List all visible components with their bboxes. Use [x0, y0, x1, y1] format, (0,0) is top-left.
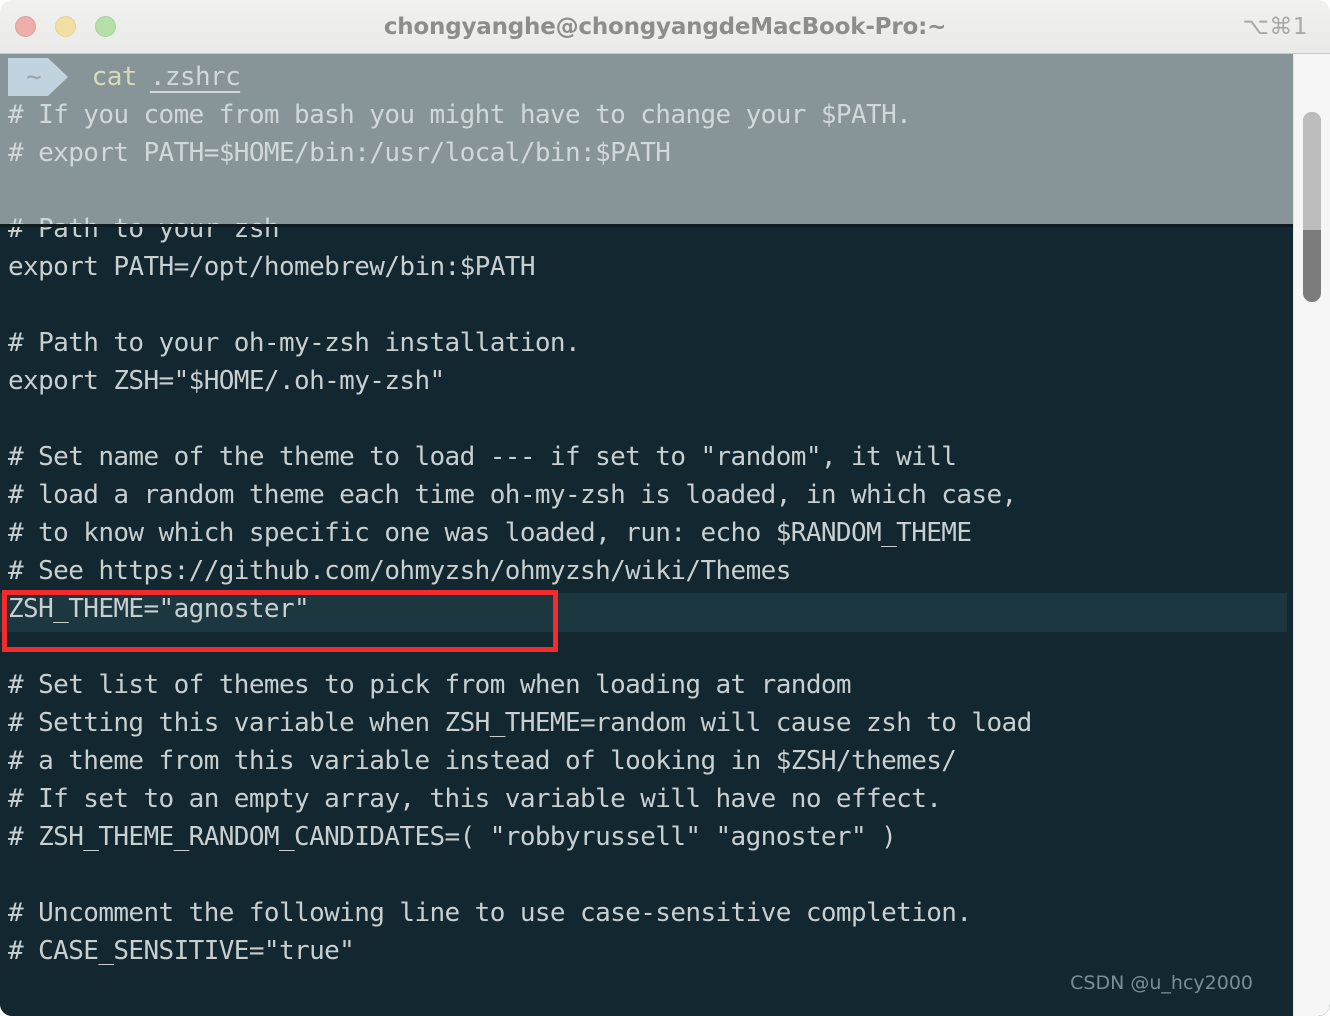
shell-prompt-line: ~ cat .zshrc — [8, 58, 1298, 96]
terminal-line: # CASE_SENSITIVE="true" — [8, 936, 355, 966]
terminal-line: # ZSH_THEME_RANDOM_CANDIDATES=( "robbyru… — [8, 822, 897, 852]
terminal-line: # If you come from bash you might have t… — [8, 100, 912, 130]
terminal-line: # a theme from this variable instead of … — [8, 746, 957, 776]
terminal-line: # See https://github.com/ohmyzsh/ohmyzsh… — [8, 556, 791, 586]
window-title: chongyanghe@chongyangdeMacBook-Pro:~ — [383, 14, 947, 40]
terminal-line: # Setting this variable when ZSH_THEME=r… — [8, 708, 1032, 738]
terminal-line: # export PATH=$HOME/bin:/usr/local/bin:$… — [8, 138, 671, 168]
terminal-line: # If set to an empty array, this variabl… — [8, 784, 942, 814]
terminal-line: # load a random theme each time oh-my-zs… — [8, 480, 1017, 510]
terminal-window: chongyanghe@chongyangdeMacBook-Pro:~ ⌥⌘1… — [0, 0, 1330, 1016]
terminal-line: # to know which specific one was loaded,… — [8, 518, 972, 548]
terminal-line: # Set list of themes to pick from when l… — [8, 670, 852, 700]
terminal-line: # Path to your zsh — [8, 214, 280, 244]
terminal-line-zsh-theme: ZSH_THEME="agnoster" — [8, 594, 310, 624]
prompt-command: cat — [91, 62, 138, 92]
terminal-body[interactable]: ~ cat .zshrc # If you come from bash you… — [0, 54, 1330, 1016]
terminal-line: # Set name of the theme to load --- if s… — [8, 442, 957, 472]
keyboard-shortcut-indicator: ⌥⌘1 — [1242, 14, 1308, 40]
prompt-arrow-icon — [47, 58, 68, 96]
prompt-path-segment: ~ — [8, 58, 48, 96]
vertical-scrollbar-thumb-overlay[interactable] — [1303, 112, 1321, 230]
prompt-argument: .zshrc — [149, 62, 241, 92]
watermark-text: CSDN @u_hcy2000 — [1070, 972, 1253, 994]
terminal-line: export ZSH="$HOME/.oh-my-zsh" — [8, 366, 445, 396]
terminal-line: # Path to your oh-my-zsh installation. — [8, 328, 581, 358]
terminal-line: export PATH=/opt/homebrew/bin:$PATH — [8, 252, 535, 282]
terminal-content-area[interactable]: ~ cat .zshrc # If you come from bash you… — [0, 54, 1293, 1016]
terminal-output: ~ cat .zshrc # If you come from bash you… — [8, 58, 1298, 970]
vertical-scrollbar-track[interactable] — [1293, 54, 1330, 1016]
terminal-line: # Uncomment the following line to use ca… — [8, 898, 972, 928]
title-bar: chongyanghe@chongyangdeMacBook-Pro:~ ⌥⌘1 — [0, 0, 1330, 54]
